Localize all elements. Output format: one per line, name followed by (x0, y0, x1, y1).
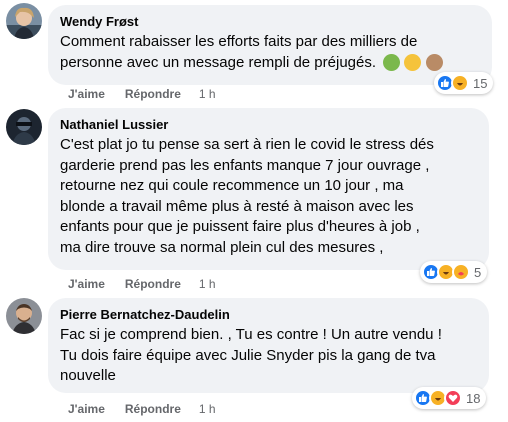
comment-text-line: Tu dois faire équipe avec Julie Snyder p… (60, 346, 436, 364)
comment-text-line: Comment rabaisser les efforts faits par … (60, 33, 418, 50)
comment-text-line: retourne nez qui coule recommence un 10 … (60, 177, 404, 194)
comment-author[interactable]: Pierre Bernatchez-Daudelin (60, 306, 477, 323)
like-link[interactable]: J'aime (68, 86, 105, 102)
comment-text-line: blonde a travail même plus à resté à mai… (60, 197, 414, 215)
care-reaction-icon (452, 263, 470, 281)
comment-text: Comment rabaisser les efforts faits par … (60, 32, 480, 73)
comment-bubble: Pierre Bernatchez-Daudelin Fac si je com… (48, 298, 489, 393)
haha-reaction-icon (451, 74, 469, 92)
nauseated-face-icon (383, 54, 401, 72)
comment-timestamp[interactable]: 1 h (199, 276, 216, 292)
reaction-count: 18 (466, 390, 481, 406)
reply-link[interactable]: Répondre (125, 401, 181, 417)
love-reaction-icon (444, 389, 462, 407)
like-link[interactable]: J'aime (68, 401, 105, 417)
like-link[interactable]: J'aime (68, 276, 105, 292)
comment-actions: J'aime Répondre 1 h (68, 276, 216, 292)
scream-face-icon (404, 54, 422, 72)
comment-actions: J'aime Répondre 1 h (68, 86, 216, 102)
reaction-count: 15 (473, 75, 488, 91)
comment-text: Fac si je comprend bien. , Tu es contre … (60, 325, 477, 387)
comment-actions: J'aime Répondre 1 h (68, 401, 216, 417)
facepalm-person-icon (425, 54, 443, 72)
reaction-summary[interactable]: 15 (434, 72, 494, 94)
comment-text: C'est plat jo tu pense sa sert à rien le… (60, 135, 477, 258)
comment-author[interactable]: Wendy Frøst (60, 13, 480, 30)
avatar[interactable] (6, 298, 42, 334)
comment-timestamp[interactable]: 1 h (199, 401, 216, 417)
comment-text-line: enfants pour que je puissent faire plus … (60, 218, 420, 235)
comment-text-line: personne avec un message rempli de préju… (60, 53, 480, 74)
reaction-count: 5 (474, 264, 482, 280)
comment-bubble: Wendy Frøst Comment rabaisser les effort… (48, 5, 492, 85)
reaction-summary[interactable]: 5 (420, 261, 488, 283)
comment-bubble: Nathaniel Lussier C'est plat jo tu pense… (48, 108, 489, 270)
comment-author[interactable]: Nathaniel Lussier (60, 116, 477, 133)
comment-text-line: garderie prend pas les enfants manque 7 … (60, 156, 430, 174)
comment-text-line: C'est plat jo tu pense sa sert à rien le… (60, 136, 434, 153)
comment-text-line: ma dire trouve sa normal plein cul des m… (60, 238, 384, 256)
comment-timestamp[interactable]: 1 h (199, 86, 216, 102)
reply-link[interactable]: Répondre (125, 276, 181, 292)
comment-text-segment: personne avec un message rempli de préju… (60, 53, 377, 71)
avatar[interactable] (6, 109, 42, 145)
avatar[interactable] (6, 3, 42, 39)
comment-text-line: nouvelle (60, 367, 116, 384)
comment-text-line: Fac si je comprend bien. , Tu es contre … (60, 326, 442, 343)
reaction-summary[interactable]: 18 (412, 387, 487, 409)
reply-link[interactable]: Répondre (125, 86, 181, 102)
